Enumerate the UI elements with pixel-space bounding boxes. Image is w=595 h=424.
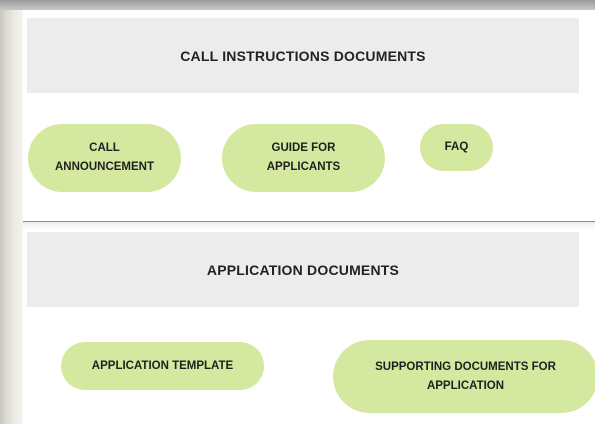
guide-for-applicants-button[interactable]: GUIDE FOR APPLICANTS (222, 124, 385, 192)
faq-button[interactable]: FAQ (420, 124, 493, 171)
section-divider-shadow (23, 222, 595, 230)
section-header-application-documents: APPLICATION DOCUMENTS (27, 232, 579, 307)
page-frame: CALL INSTRUCTIONS DOCUMENTS CALL ANNOUNC… (0, 0, 595, 424)
browser-top-edge (0, 0, 595, 10)
content-panel: CALL INSTRUCTIONS DOCUMENTS CALL ANNOUNC… (23, 10, 595, 424)
application-template-button[interactable]: APPLICATION TEMPLATE (61, 342, 264, 390)
section-header-call-instructions: CALL INSTRUCTIONS DOCUMENTS (27, 18, 579, 93)
call-announcement-button[interactable]: CALL ANNOUNCEMENT (28, 124, 181, 192)
supporting-documents-button[interactable]: SUPPORTING DOCUMENTS FOR APPLICATION (333, 340, 595, 413)
